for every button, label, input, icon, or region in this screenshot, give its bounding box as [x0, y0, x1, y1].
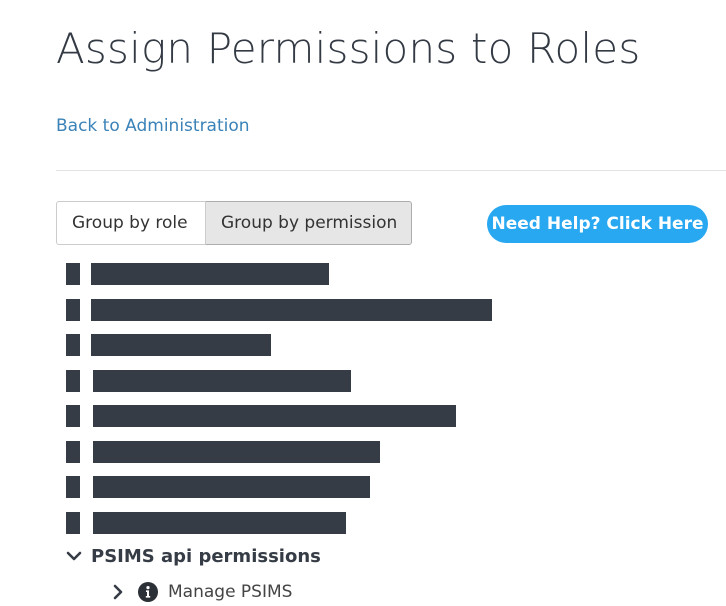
permission-group-label: PSIMS api permissions [91, 545, 321, 567]
redacted-block [66, 299, 80, 321]
need-help-button[interactable]: Need Help? Click Here [487, 205, 708, 243]
group-by-permission-button[interactable]: Group by permission [206, 201, 412, 245]
permission-group-psims[interactable]: PSIMS api permissions [66, 544, 321, 568]
redacted-block [66, 370, 80, 392]
view-toggle: Group by role Group by permission [56, 201, 412, 245]
redacted-block [66, 263, 80, 285]
redacted-block [66, 405, 80, 427]
permission-item-label: Manage PSIMS [168, 582, 293, 602]
redacted-block [66, 334, 80, 356]
redacted-block [66, 476, 80, 498]
group-by-role-button[interactable]: Group by role [56, 201, 206, 245]
redacted-block [66, 512, 80, 534]
redacted-bar [93, 405, 456, 427]
redacted-bar [93, 441, 380, 463]
redacted-bar [91, 263, 329, 285]
redacted-block [66, 441, 80, 463]
divider [56, 170, 726, 171]
redacted-bar [93, 512, 346, 534]
redacted-bar [93, 370, 351, 392]
permission-item-manage-psims[interactable]: Manage PSIMS [110, 580, 292, 604]
chevron-down-icon [66, 548, 82, 564]
redacted-bar [93, 476, 370, 498]
info-circle-icon [138, 582, 158, 602]
page-title: Assign Permissions to Roles [56, 24, 641, 73]
redacted-bar [91, 299, 492, 321]
page: Assign Permissions to Roles Back to Admi… [0, 0, 726, 606]
back-to-administration-link[interactable]: Back to Administration [56, 116, 250, 136]
redacted-bar [91, 334, 271, 356]
chevron-right-icon[interactable] [110, 584, 126, 600]
